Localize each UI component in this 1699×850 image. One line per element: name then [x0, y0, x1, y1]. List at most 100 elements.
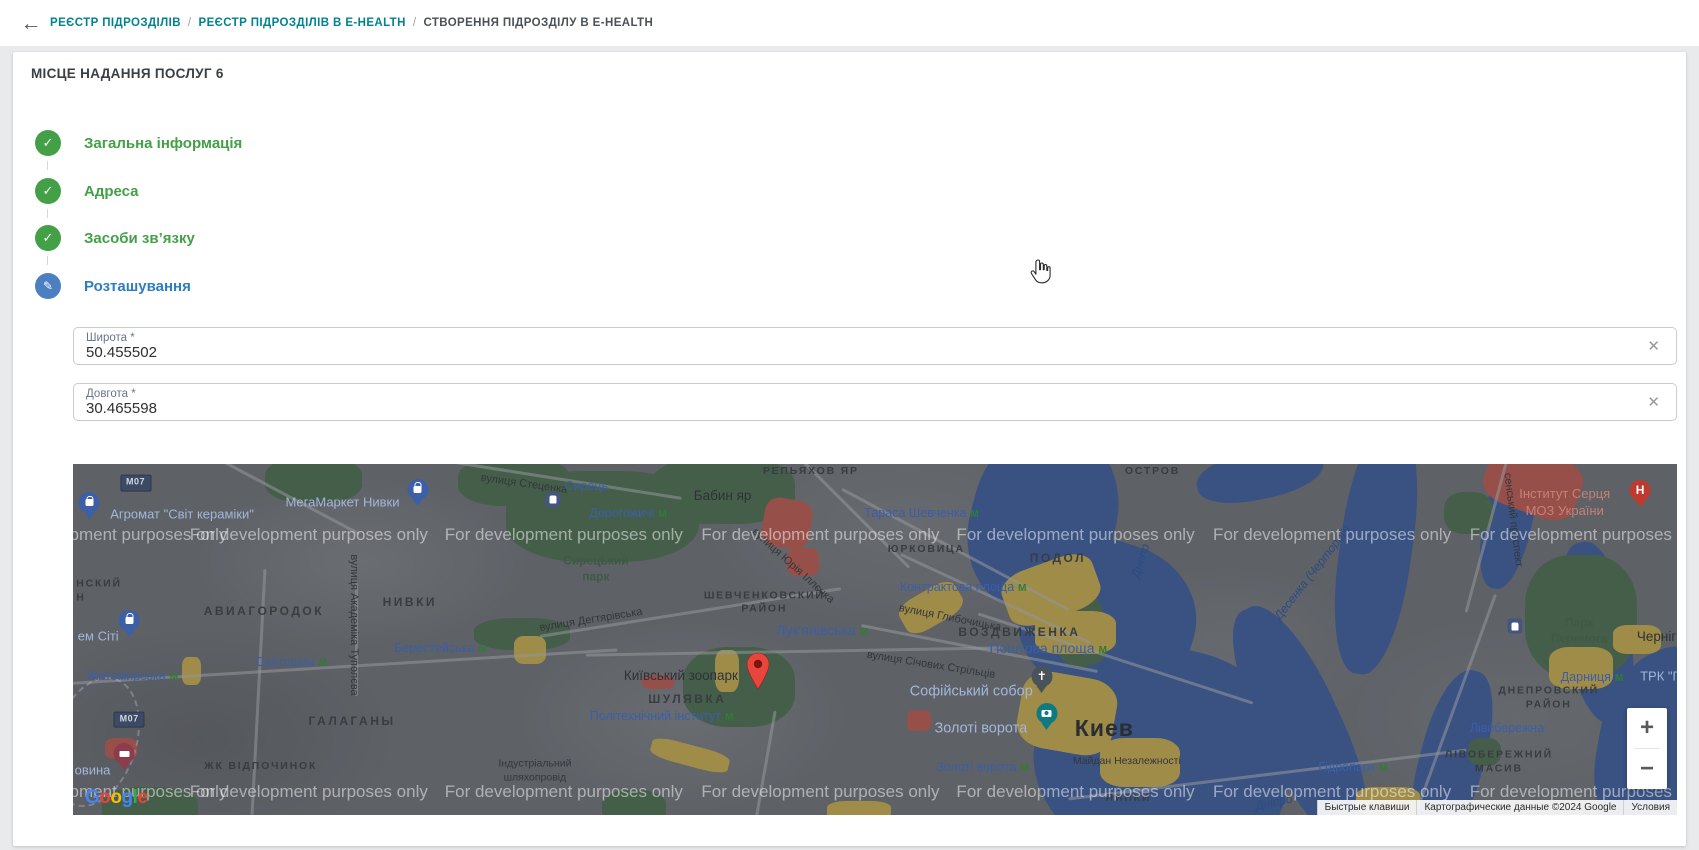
map-label: Золоті ворота — [934, 720, 1027, 739]
map-label: Сирець — [564, 478, 608, 494]
map-label: М07 — [120, 475, 151, 492]
terms-link[interactable]: Условия — [1623, 800, 1677, 815]
map-label: Агромат "Світ кераміки" — [110, 507, 254, 524]
breadcrumb: РЕЄСТР ПІДРОЗДІЛІВ / РЕЄСТР ПІДРОЗДІЛІВ В … — [50, 0, 653, 46]
check-icon: ✓ — [35, 225, 61, 251]
stepper-step-3[interactable]: ✓Засоби зв’язку — [35, 225, 195, 251]
google-logo[interactable]: Google — [85, 787, 147, 809]
map-label: ДарницяМ — [1561, 669, 1624, 685]
stepper-step-4[interactable]: ✎ Розташування — [35, 273, 191, 299]
map-label: РЕПЬЯХОВ ЯР — [763, 465, 859, 479]
step-connector — [47, 256, 48, 265]
breadcrumb-item-0[interactable]: РЕЄСТР ПІДРОЗДІЛІВ — [50, 17, 181, 29]
map-zoom-control: + − — [1627, 708, 1667, 789]
map-label: ШЕВЧЕНКОВСКИЙ РАЙОН — [704, 589, 825, 616]
metro-icon: М — [970, 509, 978, 520]
metro-icon: М — [1020, 762, 1028, 773]
main-card: МІСЦЕ НАДАННЯ ПОСЛУГ 6 ✓Загальна інформа… — [13, 52, 1686, 846]
step-label: Розташування — [84, 278, 191, 295]
dev-watermark: For development purposes only — [190, 782, 428, 802]
metro-icon: М — [1379, 762, 1387, 773]
map-label: ТРК "П — [1640, 668, 1677, 685]
back-arrow-icon[interactable]: ← — [18, 11, 44, 37]
zoom-in-button[interactable]: + — [1627, 708, 1667, 748]
map-label: ЖитомирськаМ — [87, 668, 178, 684]
latitude-clear-button[interactable]: ✕ — [1647, 337, 1660, 355]
latitude-input[interactable] — [86, 344, 1606, 361]
page-title: МІСЦЕ НАДАННЯ ПОСЛУГ 6 — [31, 66, 224, 81]
map-label: Золоті воротаМ — [936, 758, 1028, 774]
dev-watermark: For development purposes only — [1213, 525, 1451, 545]
step-connector — [47, 209, 48, 218]
metro-icon: М — [1615, 673, 1623, 684]
longitude-field: Довгота * ✕ — [73, 383, 1677, 421]
metro-icon: М — [725, 712, 733, 723]
map-label: Лівобережна — [1470, 720, 1544, 736]
map-label: ГідропаркМ — [1318, 758, 1387, 774]
shop-pin-icon — [79, 492, 100, 513]
shop-pin-icon — [119, 610, 140, 631]
map-label: ШУЛЯВКА — [648, 692, 726, 708]
stepper-step-1[interactable]: ✓Загальна інформація — [35, 130, 242, 156]
map-label: Парк Перемога — [1551, 616, 1608, 647]
dev-watermark: For development purposes only — [1213, 782, 1451, 802]
map-label: ЮРКОВИЦА — [888, 544, 965, 558]
metro-icon: М — [318, 658, 326, 669]
map-label: Поштова площаМ — [990, 639, 1107, 657]
shortcuts-link[interactable]: Быстрые клавиши — [1317, 800, 1417, 815]
map-label: ЛІВОБЕРЕЖНИЙ МАСИВ — [1445, 749, 1553, 776]
dev-watermark: For development purposes only — [1470, 525, 1677, 545]
hotel-pin-icon — [114, 743, 135, 764]
stepper-step-2[interactable]: ✓Адреса — [35, 178, 139, 204]
top-bar: ← РЕЄСТР ПІДРОЗДІЛІВ / РЕЄСТР ПІДРОЗДІЛІВ … — [0, 0, 1699, 46]
map-label: ГАЛАГАНЫ — [309, 715, 396, 731]
map-attribution: Быстрые клавишиКартографические данные ©… — [1317, 800, 1677, 815]
dev-watermark: For development purposes only — [956, 782, 1194, 802]
metro-icon: М — [1018, 583, 1026, 594]
church-pin-icon: ✝ — [1031, 666, 1052, 687]
step-label: Загальна інформація — [84, 135, 242, 152]
map-label: Майдан Незалежності — [1073, 756, 1181, 770]
map-label: ПОДОЛ — [1030, 551, 1086, 567]
map-marker-icon — [745, 652, 771, 690]
map-label: НСКИЙ Н — [76, 577, 122, 604]
map-label: Сирецький парк — [563, 554, 629, 585]
map-label: Контрактова площаМ — [900, 579, 1027, 595]
breadcrumb-item-1[interactable]: РЕЄСТР ПІДРОЗДІЛІВ В E-HEALTH — [199, 17, 406, 29]
check-icon: ✓ — [35, 178, 61, 204]
breadcrumb-item-2: СТВОРЕННЯ ПІДРОЗДІЛУ В E-HEALTH — [423, 17, 653, 29]
map-label: СвятошинМ — [256, 654, 327, 670]
breadcrumb-separator: / — [413, 17, 417, 29]
dev-watermark: For development purposes only — [445, 525, 683, 545]
longitude-label: Довгота * — [86, 388, 136, 400]
map-label: Тараса ШевченкаМ — [864, 505, 979, 521]
camera-pin-icon — [1036, 703, 1057, 724]
train-station-icon — [545, 492, 560, 507]
train-station-icon — [1507, 619, 1522, 634]
metro-icon: М — [658, 509, 666, 520]
map[interactable]: М07 Агромат "Світ кераміки" МегаМаркет Нив… — [73, 464, 1677, 815]
zoom-out-button[interactable]: − — [1627, 749, 1667, 789]
map-label: ДорогожичіМ — [589, 505, 667, 521]
map-label: овина — [75, 763, 111, 780]
map-label: Киев — [1075, 714, 1134, 744]
map-label: МегаМаркет Нивки — [285, 494, 399, 511]
longitude-input[interactable] — [86, 400, 1606, 417]
map-label: НИВКИ — [383, 595, 437, 611]
dev-watermark: For development purposes only — [701, 525, 939, 545]
map-label: ОСТРОВ — [1125, 465, 1180, 479]
map-label: вулиця Академіка Туполєва — [347, 555, 361, 696]
longitude-clear-button[interactable]: ✕ — [1647, 393, 1660, 411]
dev-watermark: For development purposes only — [190, 525, 428, 545]
dev-watermark: For development purposes only — [956, 525, 1194, 545]
map-data-text: Картографические данные ©2024 Google — [1416, 800, 1623, 815]
map-label: ЖК ВІДПОЧИНОК — [204, 760, 317, 774]
map-label: Лук'янівськаМ — [776, 621, 868, 639]
map-label: ем Сіті — [78, 629, 119, 646]
map-label: Індустріальний шляхопровід — [498, 757, 571, 784]
pencil-icon: ✎ — [35, 273, 61, 299]
map-label: ДНЕПРОВСКИЙ РАЙОН — [1498, 685, 1599, 712]
metro-icon: М — [478, 644, 486, 655]
map-label: Інститут Серця МОЗ України — [1519, 486, 1610, 520]
map-label: Черніг — [1637, 628, 1676, 646]
